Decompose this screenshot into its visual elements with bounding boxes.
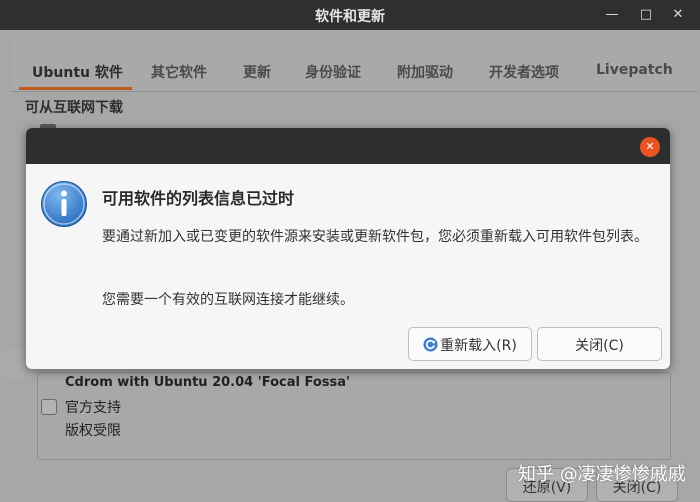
reload-button[interactable]: 重新载入(R): [408, 327, 532, 361]
tab-strip: Ubuntu 软件 其它软件 更新 身份验证 附加驱动 开发者选项 Livepa…: [12, 40, 698, 92]
close-icon[interactable]: ✕: [668, 5, 688, 25]
dialog-message: 要通过新加入或已变更的软件源来安装或更新软件包，您必须重新载入可用软件包列表。: [102, 229, 648, 245]
window-title: 软件和更新: [315, 9, 385, 25]
reload-button-label: 重新载入(R): [440, 338, 517, 354]
maximize-icon[interactable]: □: [636, 5, 656, 25]
info-icon: [41, 181, 87, 227]
minimize-icon[interactable]: —: [602, 5, 622, 25]
dialog-title: 可用软件的列表信息已过时: [102, 189, 295, 208]
dialog-close-button[interactable]: 关闭(C): [537, 327, 662, 361]
tab-authentication[interactable]: 身份验证: [305, 62, 361, 82]
titlebar: 软件和更新 — □ ✕: [0, 0, 700, 30]
outdated-info-dialog: ✕ 可用软件的列表信息已过时 要通过新加入或已变更的软件源来安装或更新软件包，您…: [26, 128, 670, 369]
restricted-label: 版权受限: [65, 423, 121, 439]
dialog-header: ✕: [26, 128, 670, 164]
dialog-note: 您需要一个有效的互联网连接才能继续。: [102, 292, 354, 308]
tab-updates[interactable]: 更新: [243, 62, 271, 82]
official-support-label: 官方支持: [65, 400, 121, 416]
tab-other-software[interactable]: 其它软件: [151, 62, 207, 82]
official-support-checkbox[interactable]: [41, 399, 57, 415]
cdrom-title: Cdrom with Ubuntu 20.04 'Focal Fossa': [65, 375, 350, 390]
tab-ubuntu-software[interactable]: Ubuntu 软件: [32, 62, 123, 82]
tab-developer-options[interactable]: 开发者选项: [489, 62, 559, 82]
tab-livepatch[interactable]: Livepatch: [596, 62, 673, 78]
active-tab-indicator: [19, 87, 132, 90]
dialog-close-icon[interactable]: ✕: [640, 137, 660, 157]
tab-additional-drivers[interactable]: 附加驱动: [397, 62, 453, 82]
section-title-download: 可从互联网下载: [25, 100, 123, 116]
reload-icon: [423, 337, 438, 352]
watermark: 知乎 @凄凄惨惨戚戚: [518, 464, 686, 485]
